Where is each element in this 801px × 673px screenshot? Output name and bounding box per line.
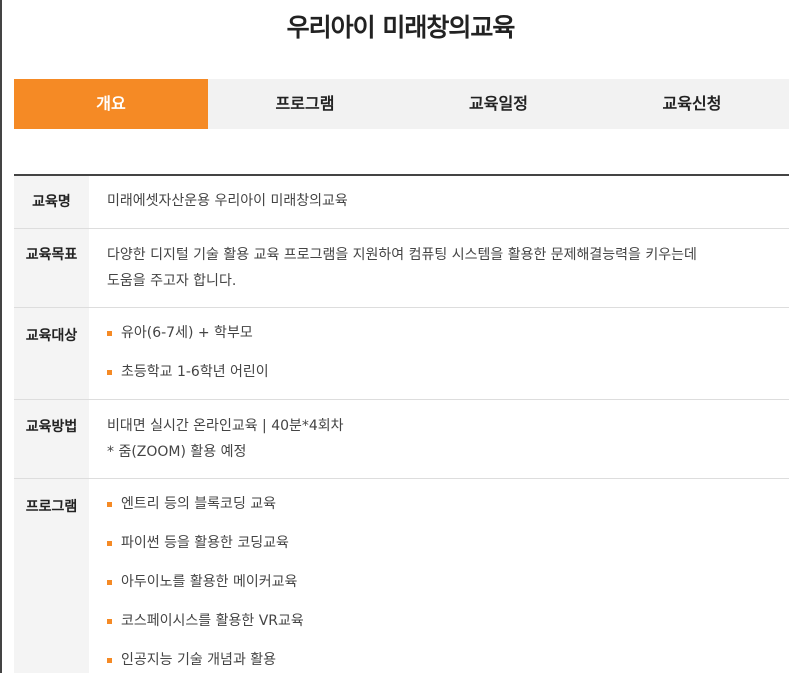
info-value-method: 비대면 실시간 온라인교육 | 40분*4회차 * 줌(ZOOM) 활용 예정 (89, 400, 789, 478)
goal-line: 도움을 주고자 합니다. (107, 273, 237, 289)
info-value-program: 엔트리 등의 블록코딩 교육 파이썬 등을 활용한 코딩교육 아두이노를 활용한… (89, 479, 789, 673)
info-value-target: 유아(6-7세) + 학부모 초등학교 1-6학년 어린이 (89, 308, 789, 399)
program-item-text: 인공지능 기술 개념과 활용 (121, 652, 277, 668)
bullet-icon (107, 370, 112, 375)
tab-program[interactable]: 프로그램 (208, 79, 402, 129)
bullet-icon (107, 619, 112, 624)
list-item: 엔트리 등의 블록코딩 교육 (107, 485, 789, 524)
info-label-target: 교육대상 (14, 308, 89, 399)
info-row-goal: 교육목표 다양한 디지털 기술 활용 교육 프로그램을 지원하여 컴퓨팅 시스템… (14, 229, 789, 308)
left-border (0, 0, 2, 673)
bullet-icon (107, 502, 112, 507)
bullet-icon (107, 331, 112, 336)
bullet-icon (107, 541, 112, 546)
tab-bar: 개요 프로그램 교육일정 교육신청 (14, 79, 789, 129)
method-line: 비대면 실시간 온라인교육 | 40분*4회차 (107, 418, 344, 434)
target-item-text: 초등학교 1-6학년 어린이 (121, 364, 269, 380)
program-item-text: 아두이노를 활용한 메이커교육 (121, 574, 298, 590)
target-item-text: 유아(6-7세) + 학부모 (121, 325, 253, 341)
bullet-icon (107, 658, 112, 663)
method-line: * 줌(ZOOM) 활용 예정 (107, 444, 247, 460)
tab-application[interactable]: 교육신청 (595, 79, 789, 129)
bullet-icon (107, 580, 112, 585)
page-title: 우리아이 미래창의교육 (286, 13, 516, 42)
program-item-text: 코스페이시스를 활용한 VR교육 (121, 613, 304, 629)
name-text: 미래에셋자산운용 우리아이 미래창의교육 (107, 193, 348, 209)
goal-line: 다양한 디지털 기술 활용 교육 프로그램을 지원하여 컴퓨팅 시스템을 활용한… (107, 247, 697, 263)
info-label-method: 교육방법 (14, 400, 89, 478)
tab-overview[interactable]: 개요 (14, 79, 208, 129)
list-item: 인공지능 기술 개념과 활용 (107, 641, 789, 673)
info-row-target: 교육대상 유아(6-7세) + 학부모 초등학교 1-6학년 어린이 (14, 308, 789, 400)
info-label-name: 교육명 (14, 176, 89, 228)
info-value-goal: 다양한 디지털 기술 활용 교육 프로그램을 지원하여 컴퓨팅 시스템을 활용한… (89, 229, 789, 307)
list-item: 코스페이시스를 활용한 VR교육 (107, 602, 789, 641)
program-item-text: 파이썬 등을 활용한 코딩교육 (121, 535, 289, 551)
info-value-name: 미래에셋자산운용 우리아이 미래창의교육 (89, 176, 789, 228)
program-item-text: 엔트리 등의 블록코딩 교육 (121, 496, 277, 512)
info-table: 교육명 미래에셋자산운용 우리아이 미래창의교육 교육목표 다양한 디지털 기술… (14, 174, 789, 673)
list-item: 아두이노를 활용한 메이커교육 (107, 563, 789, 602)
list-item: 유아(6-7세) + 학부모 (107, 314, 789, 353)
list-item: 파이썬 등을 활용한 코딩교육 (107, 524, 789, 563)
info-label-program: 프로그램 (14, 479, 89, 673)
tab-schedule[interactable]: 교육일정 (402, 79, 595, 129)
info-row-name: 교육명 미래에셋자산운용 우리아이 미래창의교육 (14, 176, 789, 229)
info-row-program: 프로그램 엔트리 등의 블록코딩 교육 파이썬 등을 활용한 코딩교육 아두이노… (14, 479, 789, 673)
info-row-method: 교육방법 비대면 실시간 온라인교육 | 40분*4회차 * 줌(ZOOM) 활… (14, 400, 789, 479)
info-label-goal: 교육목표 (14, 229, 89, 307)
list-item: 초등학교 1-6학년 어린이 (107, 353, 789, 392)
